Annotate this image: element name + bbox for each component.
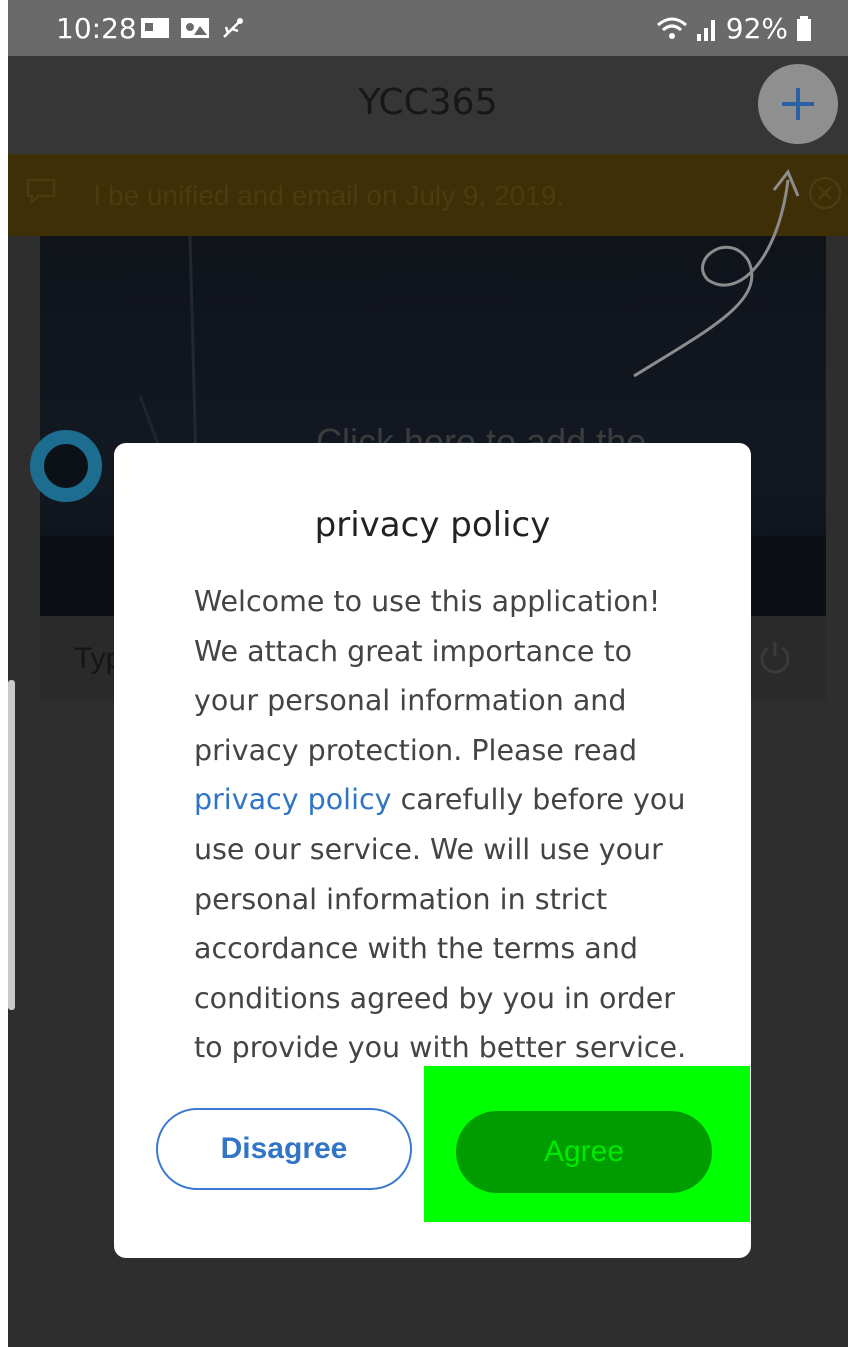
status-time: 10:28 bbox=[56, 12, 137, 45]
phone-screen: 10:28 92% YCC365 l be unified and email … bbox=[8, 0, 848, 1347]
status-right: 92% bbox=[656, 12, 812, 45]
app-bar: YCC365 bbox=[8, 56, 848, 154]
notification-icons bbox=[140, 14, 246, 42]
tutorial-arrow-icon bbox=[633, 169, 800, 378]
notice-text: l be unified and email on July 9, 2019. bbox=[94, 180, 565, 211]
battery-icon bbox=[797, 15, 811, 41]
privacy-policy-link[interactable]: privacy policy bbox=[194, 783, 392, 816]
speech-bubble-icon bbox=[26, 178, 56, 204]
add-device-button[interactable] bbox=[758, 64, 838, 144]
app-title: YCC365 bbox=[358, 82, 498, 123]
agree-button[interactable]: Agree bbox=[456, 1111, 712, 1193]
photo-icon bbox=[141, 18, 169, 38]
privacy-dialog: privacy policy Welcome to use this appli… bbox=[114, 443, 751, 1258]
body-text-before: Welcome to use this application! We atta… bbox=[194, 585, 661, 767]
edge-panel-handle[interactable] bbox=[8, 680, 15, 1010]
wifi-icon bbox=[656, 17, 687, 39]
signal-icon bbox=[696, 19, 715, 41]
usb-icon bbox=[223, 18, 243, 38]
disagree-button[interactable]: Disagree bbox=[156, 1108, 412, 1190]
dialog-body: Welcome to use this application! We atta… bbox=[194, 577, 694, 1073]
body-text-after: carefully before you use our service. We… bbox=[194, 783, 687, 1065]
dialog-title: privacy policy bbox=[314, 505, 551, 545]
power-icon[interactable] bbox=[758, 640, 792, 676]
gallery-icon bbox=[181, 18, 209, 38]
battery-percent: 92% bbox=[725, 12, 788, 45]
tutorial-ring-icon bbox=[30, 430, 102, 502]
status-bar: 10:28 92% bbox=[8, 0, 848, 56]
